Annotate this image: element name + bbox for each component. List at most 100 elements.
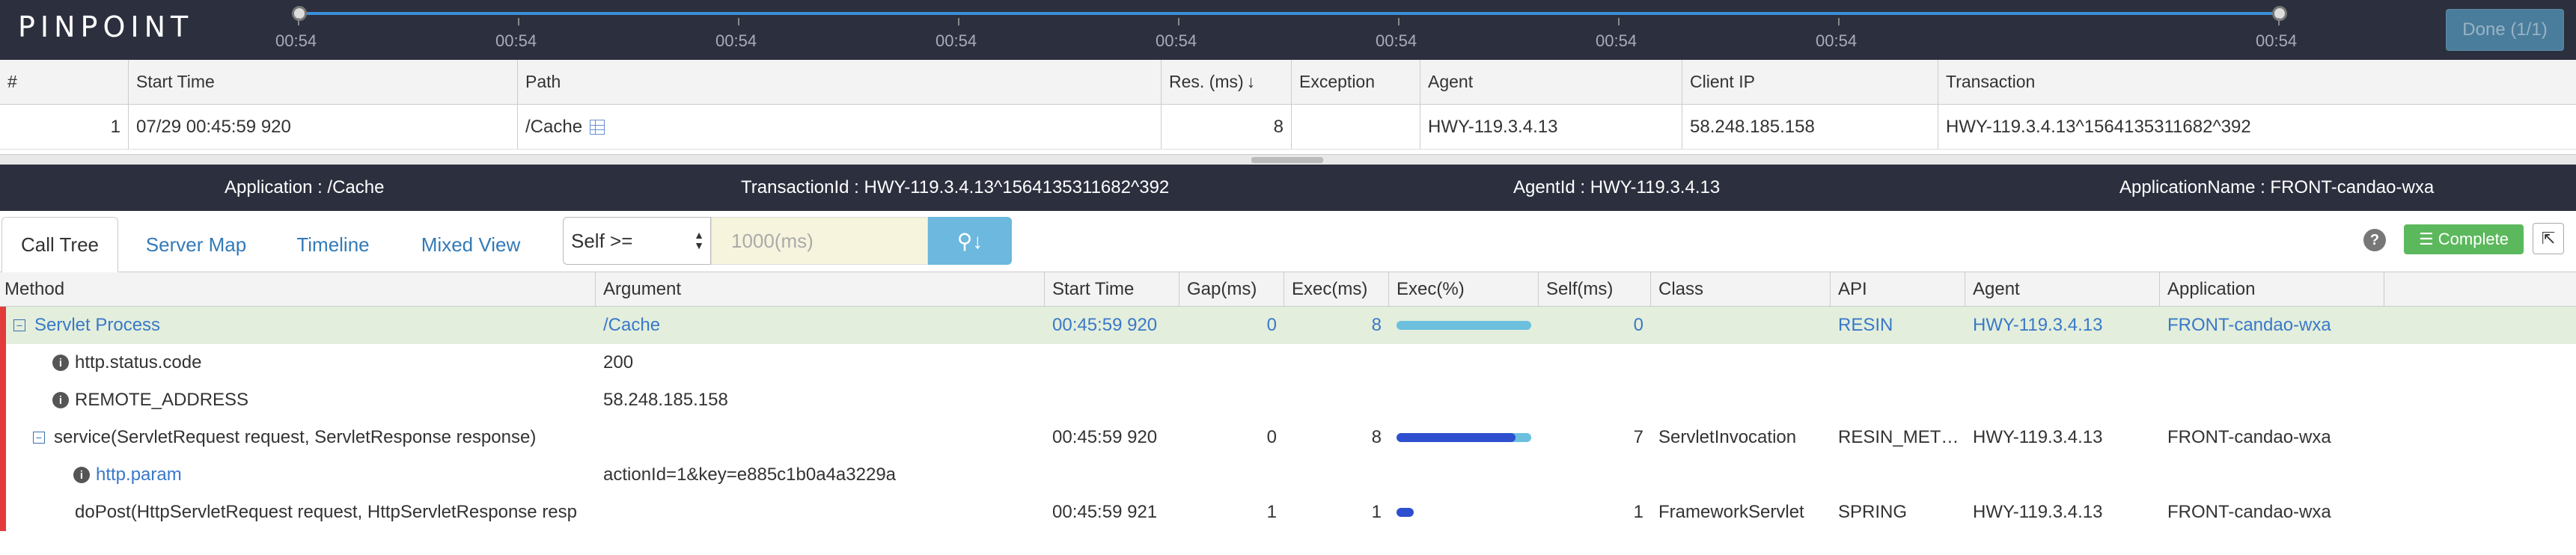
tab-mixed-view[interactable]: Mixed View: [410, 217, 531, 272]
col-path[interactable]: Path: [518, 60, 1162, 104]
ct-exec-pct: [1389, 456, 1539, 494]
ct-api: RESIN_MET…: [1838, 427, 1959, 447]
ct-col-method[interactable]: Method: [0, 272, 596, 306]
ct-app: [2160, 456, 2384, 494]
splitter-handle[interactable]: [1251, 157, 1323, 163]
tab-call-tree[interactable]: Call Tree: [1, 217, 118, 272]
ct-col-self-ms[interactable]: Self(ms): [1539, 272, 1651, 306]
info-icon: i: [73, 467, 90, 483]
timeline-tick-label: 00:54: [1816, 31, 1858, 50]
help-icon[interactable]: ?: [2363, 229, 2386, 251]
row-client-ip: 58.248.185.158: [1682, 105, 1938, 149]
info-transaction-id: TransactionId : HWY-119.3.4.13^156413531…: [741, 177, 1170, 197]
panel-splitter[interactable]: [0, 154, 2576, 165]
collapse-icon[interactable]: −: [13, 319, 25, 331]
ct-app: FRONT-candao-wxa: [2167, 427, 2331, 447]
ct-gap: [1179, 456, 1284, 494]
call-tree-row[interactable]: − service(ServletRequest request, Servlet…: [0, 419, 2576, 456]
ct-col-exec[interactable]: Exec(%): [1389, 272, 1539, 306]
info-icon: i: [52, 392, 69, 408]
ct-method: doPost(HttpServletRequest request, HttpS…: [0, 494, 596, 531]
col-res-ms[interactable]: Res. (ms) ↓: [1162, 60, 1292, 104]
ct-exec-pct: [1389, 381, 1539, 419]
timeline-tick: [518, 18, 519, 25]
timeline-tick-label: 00:54: [1156, 31, 1197, 50]
ct-exec: [1284, 344, 1389, 381]
timeline-tick: [958, 18, 959, 25]
search-icon: ⚲↓: [956, 229, 983, 253]
export-icon[interactable]: ⇱: [2533, 223, 2564, 254]
ct-exec: [1284, 456, 1389, 494]
ct-start: [1045, 344, 1179, 381]
done-button[interactable]: Done (1/1): [2446, 9, 2564, 51]
ct-col-class[interactable]: Class: [1651, 272, 1831, 306]
arrow-down-icon: ↓: [1246, 72, 1256, 91]
ct-argument: actionId=1&key=e885c1b0a4a3229a: [603, 464, 897, 485]
col-start-time[interactable]: Start Time: [129, 60, 518, 104]
timeline-end-handle[interactable]: [2272, 6, 2287, 21]
ct-agent: HWY-119.3.4.13: [1973, 427, 2103, 447]
call-tree-row[interactable]: doPost(HttpServletRequest request, HttpS…: [0, 494, 2576, 531]
tab-server-map[interactable]: Server Map: [136, 217, 256, 272]
ct-method-text: doPost(HttpServletRequest request, HttpS…: [75, 502, 578, 522]
self-bar: [1397, 433, 1516, 442]
ct-method: i http.param: [0, 456, 596, 494]
ct-gap: 1: [1266, 502, 1277, 522]
transaction-table: # Start Time Path Res. (ms) ↓ Exception A…: [0, 60, 2576, 150]
timeline-tick: [1838, 18, 1840, 25]
ct-app: [2160, 344, 2384, 381]
ct-api: [1831, 381, 1965, 419]
ct-api: [1831, 344, 1965, 381]
ct-col-start-time[interactable]: Start Time: [1045, 272, 1179, 306]
ct-col-argument[interactable]: Argument: [596, 272, 1045, 306]
tabs-toolbar: Call Tree Server Map Timeline Mixed View…: [0, 211, 2576, 272]
call-tree-row[interactable]: i http.status.code 200: [0, 344, 2576, 381]
ct-app: FRONT-candao-wxa: [2167, 502, 2331, 522]
table-icon[interactable]: [590, 119, 605, 135]
filter-select-value: Self >=: [571, 229, 633, 252]
collapse-icon[interactable]: −: [33, 432, 45, 444]
ct-exec-pct: [1389, 344, 1539, 381]
ct-exec: 1: [1371, 502, 1382, 522]
ct-class: ServletInvocation: [1658, 427, 1797, 447]
col-exception[interactable]: Exception: [1292, 60, 1420, 104]
self-bar: [1397, 508, 1414, 517]
transaction-row[interactable]: 1 07/29 00:45:59 920 /Cache 8 HWY-119.3.…: [0, 105, 2576, 150]
top-bar: PINPOINT 00:54 00:54 00:54 00:54 00:54 00:54 0…: [0, 0, 2576, 60]
search-button[interactable]: ⚲↓: [928, 217, 1012, 265]
timeline-tick-label: 00:54: [936, 31, 977, 50]
ct-self: 0: [1633, 315, 1643, 335]
col-agent[interactable]: Agent: [1420, 60, 1682, 104]
call-tree-row[interactable]: − Servlet Process/Cache 00:45:59 920 0 8 0 RES…: [0, 307, 2576, 344]
timeline-tick-label: 00:54: [495, 31, 537, 50]
call-tree-row[interactable]: i http.param actionId=1&key=e885c1b0a4a322…: [0, 456, 2576, 494]
filter-input[interactable]: 1000(ms): [711, 217, 928, 265]
col-transaction[interactable]: Transaction: [1938, 60, 2576, 104]
ct-start: 00:45:59 920: [1052, 315, 1158, 335]
col-client-ip[interactable]: Client IP: [1682, 60, 1938, 104]
ct-api: RESIN: [1838, 315, 1893, 335]
ct-method: − Servlet Process: [0, 307, 596, 344]
error-indicator-bar: [0, 307, 6, 531]
ct-col-api[interactable]: API: [1831, 272, 1965, 306]
timeline-track[interactable]: [298, 12, 2280, 15]
ct-col-application[interactable]: Application: [2160, 272, 2384, 306]
tab-timeline[interactable]: Timeline: [284, 217, 382, 272]
ct-col-agent[interactable]: Agent: [1965, 272, 2160, 306]
ct-method-text: service(ServletRequest request, ServletR…: [54, 427, 537, 447]
row-start-time: 07/29 00:45:59 920: [129, 105, 518, 149]
ct-start: [1045, 456, 1179, 494]
ct-exec: [1284, 381, 1389, 419]
call-tree-row[interactable]: i REMOTE_ADDRESS 58.248.185.158: [0, 381, 2576, 419]
col-num[interactable]: #: [0, 60, 129, 104]
ct-class: [1651, 381, 1831, 419]
ct-col-gap-ms[interactable]: Gap(ms): [1179, 272, 1284, 306]
filter-select[interactable]: Self >= ▲ ▼: [563, 217, 711, 265]
ct-agent: HWY-119.3.4.13: [1973, 502, 2103, 522]
timeline-tick-label: 00:54: [275, 31, 317, 50]
complete-button[interactable]: ☰ Complete: [2404, 224, 2524, 254]
timeline-tick: [1618, 18, 1620, 25]
ct-col-exec-ms[interactable]: Exec(ms): [1284, 272, 1389, 306]
exec-bar: [1397, 508, 1414, 517]
timeline-start-handle[interactable]: [292, 6, 307, 21]
